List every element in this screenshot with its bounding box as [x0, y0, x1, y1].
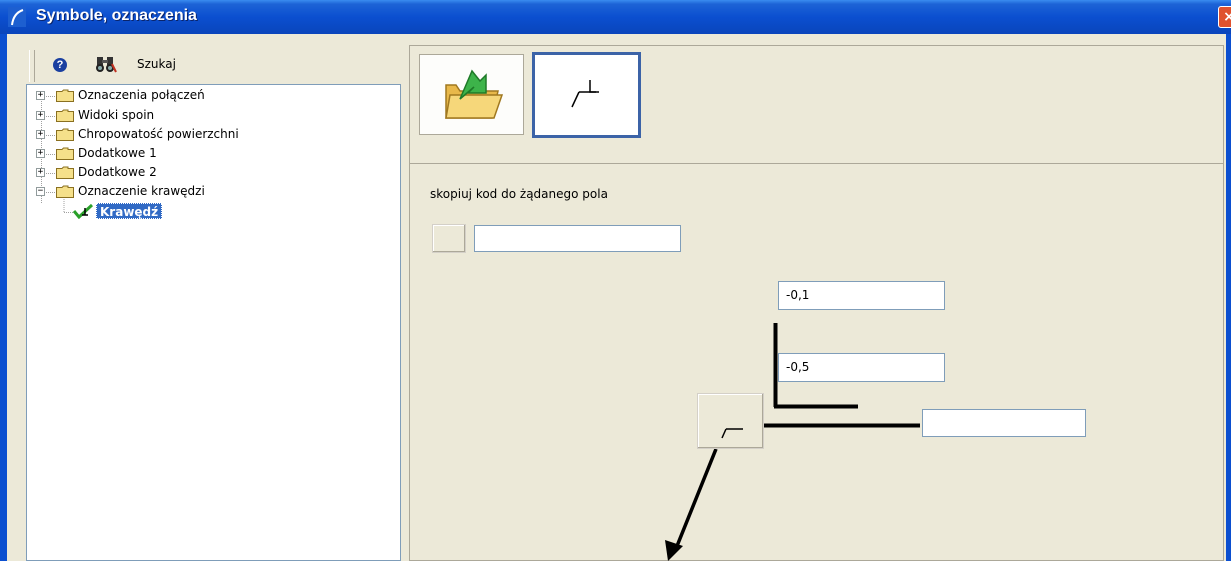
deviation-corner-line	[773, 323, 858, 409]
leader-arrowhead	[665, 540, 683, 561]
edge-symbol-icon	[721, 428, 743, 439]
edge-symbol-select-button[interactable]	[697, 393, 764, 449]
leader-line	[673, 448, 718, 552]
edge-annotation-diagram	[665, 323, 920, 561]
